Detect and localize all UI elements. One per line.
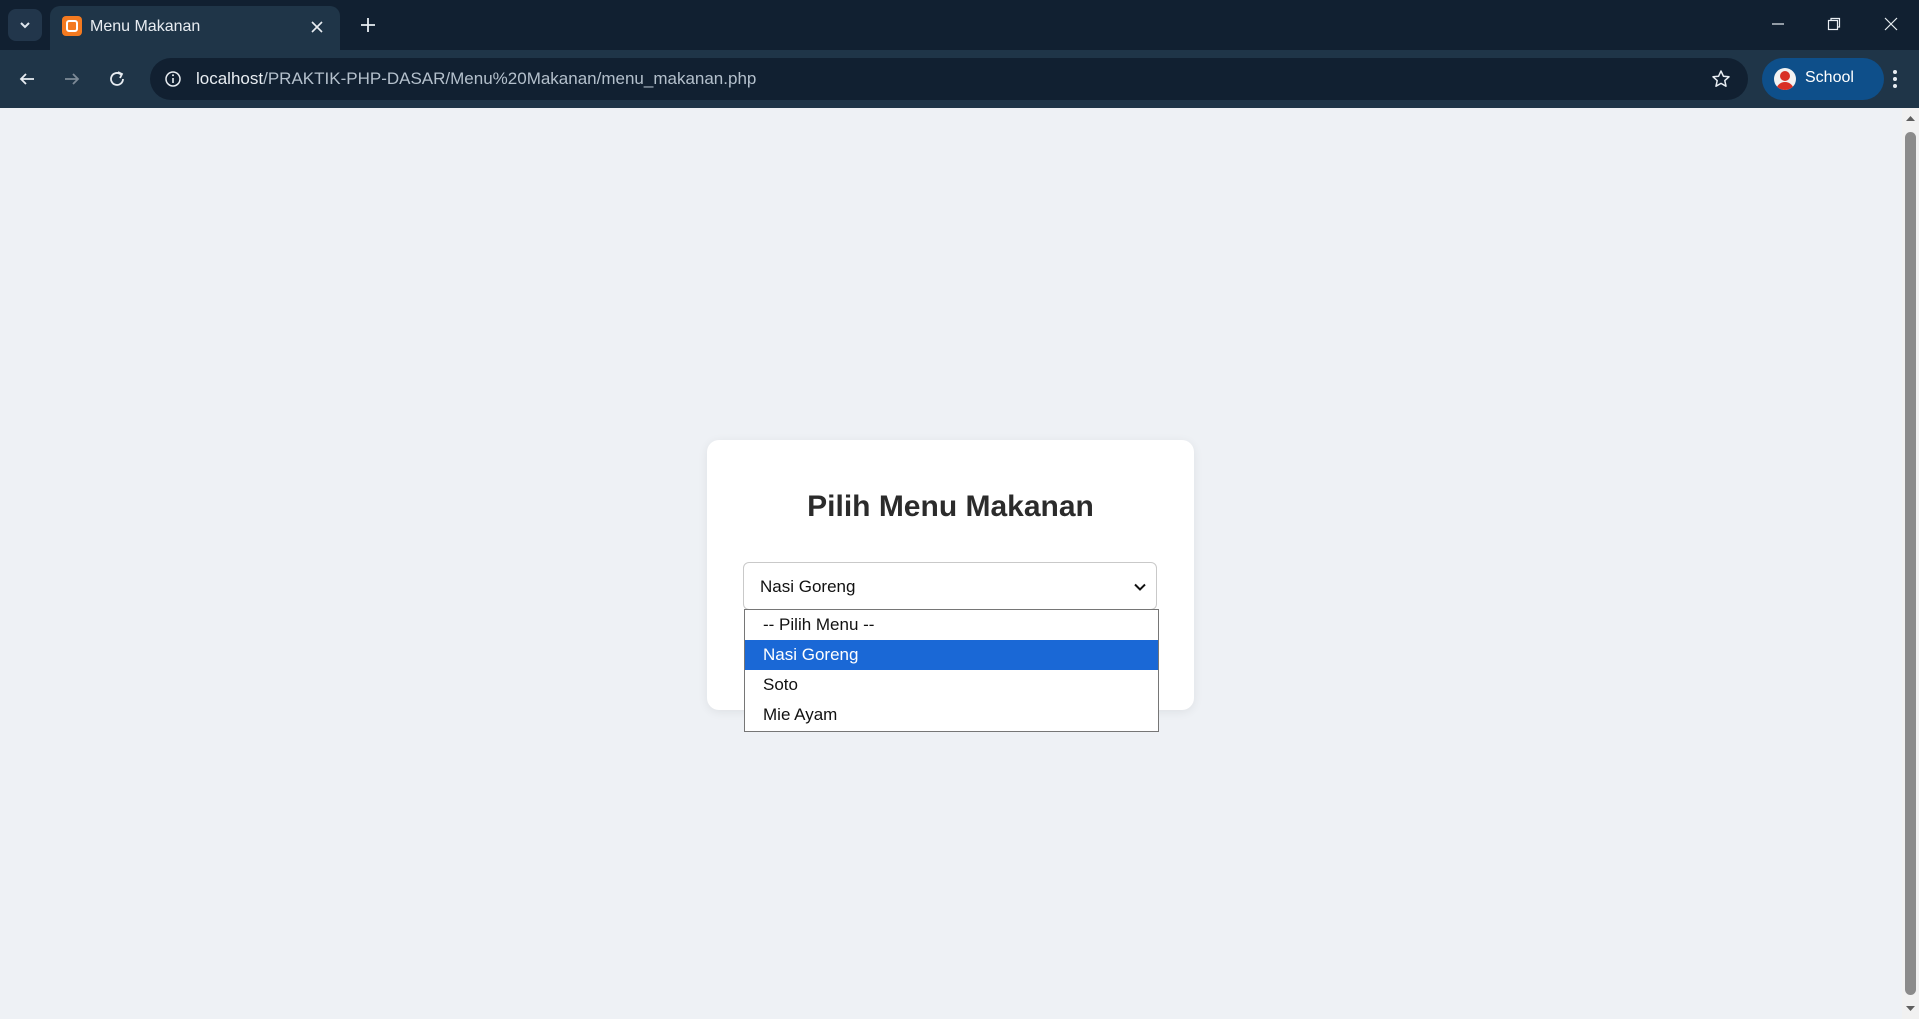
- minimize-icon: [1772, 23, 1784, 25]
- scroll-down-icon[interactable]: [1905, 1003, 1916, 1014]
- option-placeholder[interactable]: -- Pilih Menu --: [745, 610, 1158, 640]
- back-button[interactable]: [10, 62, 44, 96]
- profile-button[interactable]: School: [1762, 58, 1884, 100]
- plus-icon: [361, 18, 375, 32]
- menu-select[interactable]: Nasi Goreng: [743, 562, 1157, 610]
- forward-button[interactable]: [55, 62, 89, 96]
- address-bar[interactable]: localhost/PRAKTIK-PHP-DASAR/Menu%20Makan…: [150, 58, 1748, 100]
- window-close-icon: [1884, 17, 1898, 31]
- site-info-icon: [165, 71, 181, 87]
- toolbar: localhost/PRAKTIK-PHP-DASAR/Menu%20Makan…: [0, 50, 1919, 108]
- bookmark-button[interactable]: [1708, 66, 1734, 92]
- tab-search-button[interactable]: [8, 9, 42, 41]
- vertical-scrollbar[interactable]: [1902, 108, 1919, 1019]
- url-text: localhost/PRAKTIK-PHP-DASAR/Menu%20Makan…: [196, 69, 756, 89]
- tab-close-button[interactable]: [306, 16, 328, 38]
- avatar-icon: [1774, 68, 1796, 90]
- option-nasi-goreng[interactable]: Nasi Goreng: [745, 640, 1158, 670]
- tab-menu-makanan[interactable]: Menu Makanan: [50, 6, 340, 50]
- restore-icon: [1827, 17, 1841, 31]
- back-arrow-icon: [19, 73, 34, 85]
- option-mie-ayam[interactable]: Mie Ayam: [745, 700, 1158, 730]
- favicon-icon: [62, 16, 82, 36]
- browser-chrome: Menu Makanan localhost/PRAKTIK-PHP-DASAR…: [0, 0, 1919, 108]
- site-info-button[interactable]: [160, 66, 186, 92]
- url-path: /PRAKTIK-PHP-DASAR/Menu%20Makanan/menu_m…: [263, 69, 757, 88]
- tab-search-icon: [20, 22, 30, 29]
- reload-icon: [110, 71, 124, 86]
- window-close-button[interactable]: [1871, 8, 1911, 40]
- restore-button[interactable]: [1814, 8, 1854, 40]
- minimize-button[interactable]: [1758, 8, 1798, 40]
- close-icon: [311, 21, 323, 33]
- option-soto[interactable]: Soto: [745, 670, 1158, 700]
- page-title: Pilih Menu Makanan: [807, 490, 1094, 523]
- select-dropdown-list[interactable]: -- Pilih Menu -- Nasi Goreng Soto Mie Ay…: [744, 609, 1159, 732]
- select-value: Nasi Goreng: [760, 577, 856, 596]
- scrollbar-thumb[interactable]: [1905, 132, 1916, 995]
- chevron-down-icon: [1134, 583, 1146, 591]
- reload-button[interactable]: [100, 62, 134, 96]
- browser-menu-button[interactable]: [1880, 62, 1910, 96]
- tab-title: Menu Makanan: [90, 18, 201, 35]
- bookmark-star-icon: [1712, 70, 1730, 87]
- url-host: localhost: [196, 69, 264, 88]
- new-tab-button[interactable]: [353, 10, 383, 40]
- forward-arrow-icon: [65, 73, 80, 85]
- kebab-menu-icon: [1893, 70, 1897, 88]
- scroll-up-icon[interactable]: [1905, 113, 1916, 124]
- profile-label: School: [1805, 69, 1854, 86]
- tab-strip: Menu Makanan: [0, 0, 1919, 50]
